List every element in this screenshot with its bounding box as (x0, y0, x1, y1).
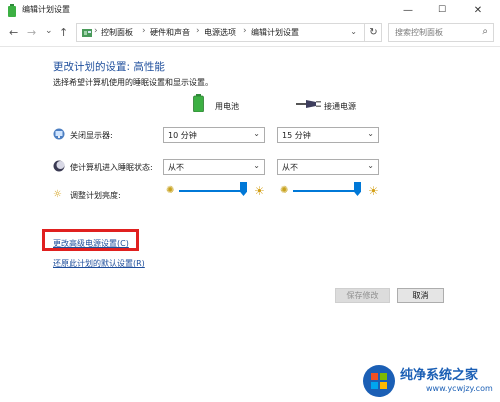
sleep-battery-select[interactable]: 从不 ⌄ (163, 159, 265, 175)
select-value: 从不 (168, 163, 184, 172)
watermark-url: www.ycwjzy.com (426, 384, 493, 393)
save-changes-button[interactable]: 保存修改 (335, 288, 390, 303)
watermark-logo (363, 365, 395, 397)
select-value: 10 分钟 (168, 131, 197, 140)
select-value: 从不 (282, 163, 298, 172)
window-title: 编辑计划设置 (22, 5, 70, 14)
moon-icon (53, 160, 65, 172)
address-dropdown-arrow[interactable]: ⌄ (350, 27, 357, 36)
chevron-down-icon: ⌄ (253, 161, 260, 170)
page-heading: 更改计划的设置: 高性能 (53, 61, 165, 73)
sleep-label: 使计算机进入睡眠状态: (70, 163, 153, 172)
restore-defaults-link[interactable]: 还原此计划的默认设置(R) (53, 258, 145, 269)
column-header-plugged-in: 接通电源 (324, 102, 356, 111)
breadcrumb-separator: › (243, 26, 247, 36)
brightness-label: 调整计划亮度: (70, 191, 121, 200)
breadcrumb-edit-plan[interactable]: 编辑计划设置 (251, 27, 299, 38)
maximize-button[interactable]: ☐ (428, 2, 456, 18)
monitor-icon (53, 128, 65, 140)
chevron-down-icon: ⌄ (367, 129, 374, 138)
watermark-text: 纯净系统之家 (400, 368, 479, 383)
battery-icon (193, 94, 204, 112)
recent-locations-button[interactable]: ⌄ (45, 24, 53, 38)
bright-sun-icon: ☀ (368, 184, 379, 198)
display-off-plugged-select[interactable]: 15 分钟 ⌄ (277, 127, 379, 143)
dim-sun-icon: ✺ (166, 185, 175, 196)
close-button[interactable]: ✕ (464, 2, 492, 18)
power-plug-icon (296, 100, 321, 108)
minimize-button[interactable]: — (394, 2, 422, 18)
chevron-down-icon: ⌄ (367, 161, 374, 170)
bright-sun-icon: ☀ (254, 184, 265, 198)
brightness-battery-slider[interactable] (179, 182, 247, 200)
slider-thumb[interactable] (240, 182, 247, 196)
address-bar[interactable]: › 控制面板 › 硬件和声音 › 电源选项 › 编辑计划设置 ⌄ (76, 23, 382, 42)
sun-icon: ☼ (53, 189, 62, 200)
breadcrumb-hardware-sound[interactable]: 硬件和声音 (150, 27, 190, 38)
breadcrumb-separator: › (94, 26, 98, 36)
back-button[interactable]: ← (9, 26, 18, 40)
page-subtitle: 选择希望计算机使用的睡眠设置和显示设置。 (53, 78, 213, 87)
advanced-power-settings-link[interactable]: 更改高级电源设置(C) (53, 238, 129, 249)
search-icon[interactable]: ⌕ (482, 26, 488, 37)
up-button[interactable]: ↑ (59, 26, 68, 40)
divider (0, 46, 500, 47)
breadcrumb-separator: › (142, 26, 146, 36)
chevron-down-icon: ⌄ (253, 129, 260, 138)
title-bar: 编辑计划设置 — ☐ ✕ (0, 0, 500, 20)
refresh-button[interactable]: ↻ (364, 23, 382, 42)
column-header-battery: 用电池 (215, 102, 239, 111)
search-placeholder: 搜索控制面板 (395, 28, 443, 37)
cancel-button[interactable]: 取消 (397, 288, 444, 303)
display-off-battery-select[interactable]: 10 分钟 ⌄ (163, 127, 265, 143)
control-panel-icon (82, 29, 92, 37)
breadcrumb-separator: › (196, 26, 200, 36)
slider-fill (179, 190, 243, 192)
site-watermark: 纯净系统之家 www.ycwjzy.com (362, 362, 498, 400)
slider-thumb[interactable] (354, 182, 361, 196)
breadcrumb-control-panel[interactable]: 控制面板 (101, 27, 133, 38)
forward-button[interactable]: → (27, 26, 36, 40)
turn-off-display-label: 关闭显示器: (70, 131, 113, 140)
brightness-plugged-slider[interactable] (293, 182, 361, 200)
battery-app-icon (8, 4, 16, 17)
select-value: 15 分钟 (282, 131, 311, 140)
sleep-plugged-select[interactable]: 从不 ⌄ (277, 159, 379, 175)
slider-fill (293, 190, 357, 192)
breadcrumb-power-options[interactable]: 电源选项 (204, 27, 236, 38)
dim-sun-icon: ✺ (280, 185, 289, 196)
search-box[interactable]: 搜索控制面板 ⌕ (388, 23, 494, 42)
